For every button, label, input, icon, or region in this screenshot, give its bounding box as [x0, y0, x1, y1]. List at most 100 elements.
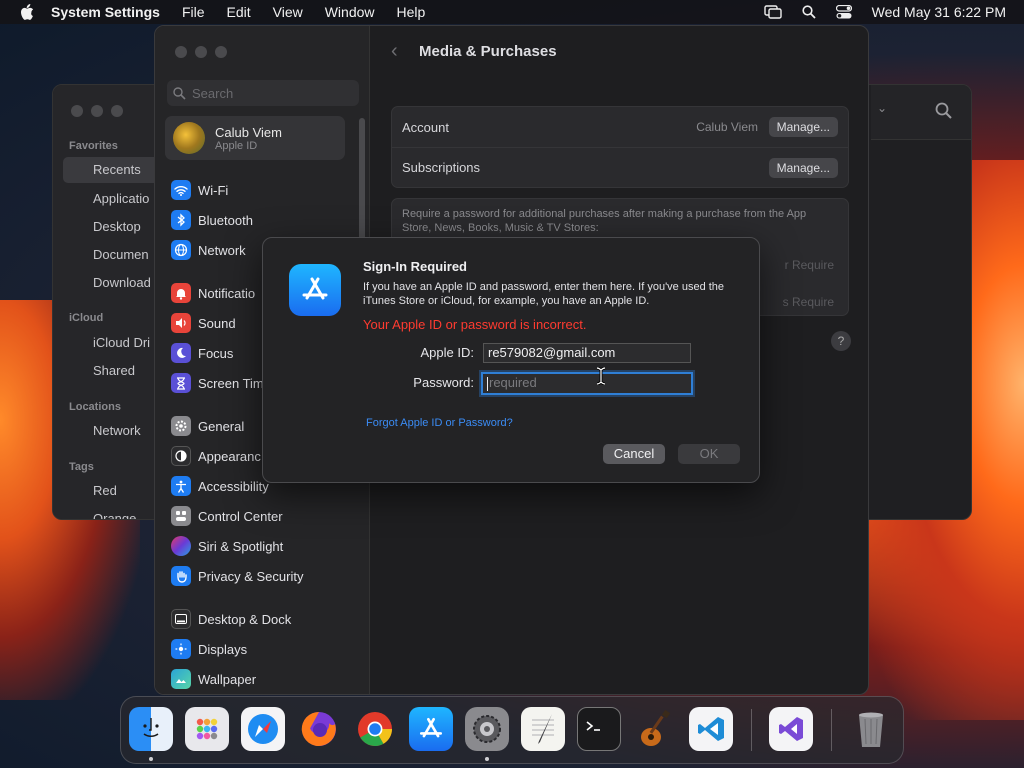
account-manage-button[interactable]: Manage... [768, 117, 838, 137]
close-button[interactable] [71, 105, 83, 117]
finder-item-applications[interactable]: Applicatio [93, 191, 149, 206]
back-chevron-icon[interactable]: ‹ [391, 40, 398, 63]
display-icon [171, 639, 191, 659]
sidebar-item-label: Sound [198, 315, 236, 331]
menu-file[interactable]: File [182, 4, 205, 20]
sidebar-item-desktop-dock[interactable]: Desktop & Dock [171, 607, 291, 631]
firefox-icon[interactable] [297, 707, 341, 751]
gear-icon [171, 416, 191, 436]
menu-clock[interactable]: Wed May 31 6:22 PM [872, 4, 1006, 20]
sidebar-item-screen-time[interactable]: Screen Tim [171, 371, 264, 395]
sidebar-item-privacy-security[interactable]: Privacy & Security [171, 564, 303, 588]
sidebar-item-focus[interactable]: Focus [171, 341, 233, 365]
minimize-button[interactable] [195, 46, 207, 58]
apple-id-profile[interactable]: Calub Viem Apple ID [165, 116, 345, 160]
sidebar-item-wifi[interactable]: Wi-Fi [171, 178, 228, 202]
trash-icon[interactable] [849, 707, 893, 751]
safari-icon[interactable] [241, 707, 285, 751]
finder-item-shared[interactable]: Shared [93, 363, 135, 378]
textedit-icon[interactable] [521, 707, 565, 751]
apple-menu-icon[interactable] [17, 2, 37, 22]
cancel-button[interactable]: Cancel [603, 444, 665, 464]
menu-view[interactable]: View [273, 4, 303, 20]
require-select-1[interactable]: r Require [785, 258, 834, 272]
sidebar-item-sound[interactable]: Sound [171, 311, 236, 335]
finder-item-icloud-drive[interactable]: iCloud Dri [93, 335, 150, 350]
sidebar-item-label: General [198, 418, 245, 434]
sidebar-item-general[interactable]: General [171, 414, 244, 438]
wifi-icon [171, 180, 191, 200]
account-group: Account Calub Viem Manage... Subscriptio… [391, 106, 849, 188]
require-select-2[interactable]: s Require [783, 295, 834, 309]
chrome-icon[interactable] [353, 707, 397, 751]
zoom-button[interactable] [215, 46, 227, 58]
visual-studio-icon[interactable] [769, 707, 813, 751]
subscriptions-manage-button[interactable]: Manage... [768, 157, 838, 178]
settings-window-controls[interactable] [175, 46, 227, 58]
sidebar-item-label: Control Center [198, 508, 283, 524]
finder-toolbar-right: ⌄ [871, 85, 971, 140]
sidebar-item-network[interactable]: Network [171, 238, 246, 262]
search-icon[interactable] [935, 102, 953, 125]
password-label: Password: [413, 375, 474, 390]
speaker-icon [171, 313, 191, 333]
sidebar-item-label: Accessibility [198, 478, 269, 494]
finder-item-tag-red[interactable]: Red [93, 483, 117, 498]
moon-icon [171, 343, 191, 363]
profile-subtitle: Apple ID [215, 139, 258, 152]
zoom-button[interactable] [111, 105, 123, 117]
sidebar-item-displays[interactable]: Displays [171, 637, 247, 661]
finder-item-recents[interactable]: Recents [63, 157, 163, 183]
settings-search-input[interactable]: Search [167, 80, 359, 106]
sidebar-item-wallpaper[interactable]: Wallpaper [171, 667, 256, 691]
finder-item-downloads[interactable]: Download [93, 275, 151, 290]
system-settings-icon[interactable] [465, 707, 509, 751]
sidebar-item-bluetooth[interactable]: Bluetooth [171, 208, 253, 232]
spotlight-search-icon[interactable] [802, 5, 816, 19]
apple-id-field[interactable]: re579082@gmail.com [483, 343, 691, 363]
app-name-menu[interactable]: System Settings [51, 4, 160, 20]
appearance-icon [171, 446, 191, 466]
garageband-icon[interactable] [633, 707, 677, 751]
finder-section-tags: Tags [69, 461, 94, 473]
sidebar-item-notifications[interactable]: Notificatio [171, 281, 255, 305]
sidebar-item-label: Bluetooth [198, 212, 253, 228]
chevron-down-icon[interactable]: ⌄ [877, 101, 887, 115]
app-store-icon[interactable] [409, 707, 453, 751]
menu-help[interactable]: Help [397, 4, 426, 20]
finder-section-locations: Locations [69, 401, 121, 413]
finder-item-desktop[interactable]: Desktop [93, 219, 141, 234]
finder-item-network[interactable]: Network [93, 423, 141, 438]
control-center-icon [171, 506, 191, 526]
sidebar-item-label: Desktop & Dock [198, 611, 292, 627]
dock-icon [171, 609, 191, 629]
finder-icon[interactable] [129, 707, 173, 751]
app-store-icon [289, 264, 341, 316]
bell-icon [171, 283, 191, 303]
sidebar-item-siri-spotlight[interactable]: Siri & Spotlight [171, 534, 283, 558]
forgot-apple-id-link[interactable]: Forgot Apple ID or Password? [366, 417, 513, 429]
control-center-icon[interactable] [835, 5, 852, 19]
finder-item-documents[interactable]: Documen [93, 247, 149, 262]
vscode-icon[interactable] [689, 707, 733, 751]
help-button[interactable]: ? [831, 331, 851, 351]
minimize-button[interactable] [91, 105, 103, 117]
terminal-icon[interactable] [577, 707, 621, 751]
profile-name: Calub Viem [215, 124, 282, 140]
menu-edit[interactable]: Edit [227, 4, 251, 20]
launchpad-icon[interactable] [185, 707, 229, 751]
screen-mirror-icon[interactable] [763, 5, 782, 19]
finder-window-controls[interactable] [71, 105, 123, 117]
finder-item-tag-orange[interactable]: Orange [93, 511, 136, 519]
bluetooth-icon [171, 210, 191, 230]
menu-window[interactable]: Window [325, 4, 375, 20]
sidebar-item-appearance[interactable]: Appearanc [171, 444, 261, 468]
apple-id-label: Apple ID: [420, 345, 474, 360]
sidebar-item-label: Notificatio [198, 285, 256, 301]
password-field[interactable]: required [481, 372, 693, 395]
sidebar-item-accessibility[interactable]: Accessibility [171, 474, 269, 498]
sidebar-item-control-center[interactable]: Control Center [171, 504, 283, 528]
close-button[interactable] [175, 46, 187, 58]
menu-bar: System Settings File Edit View Window He… [0, 0, 1024, 24]
ok-button[interactable]: OK [678, 444, 740, 464]
